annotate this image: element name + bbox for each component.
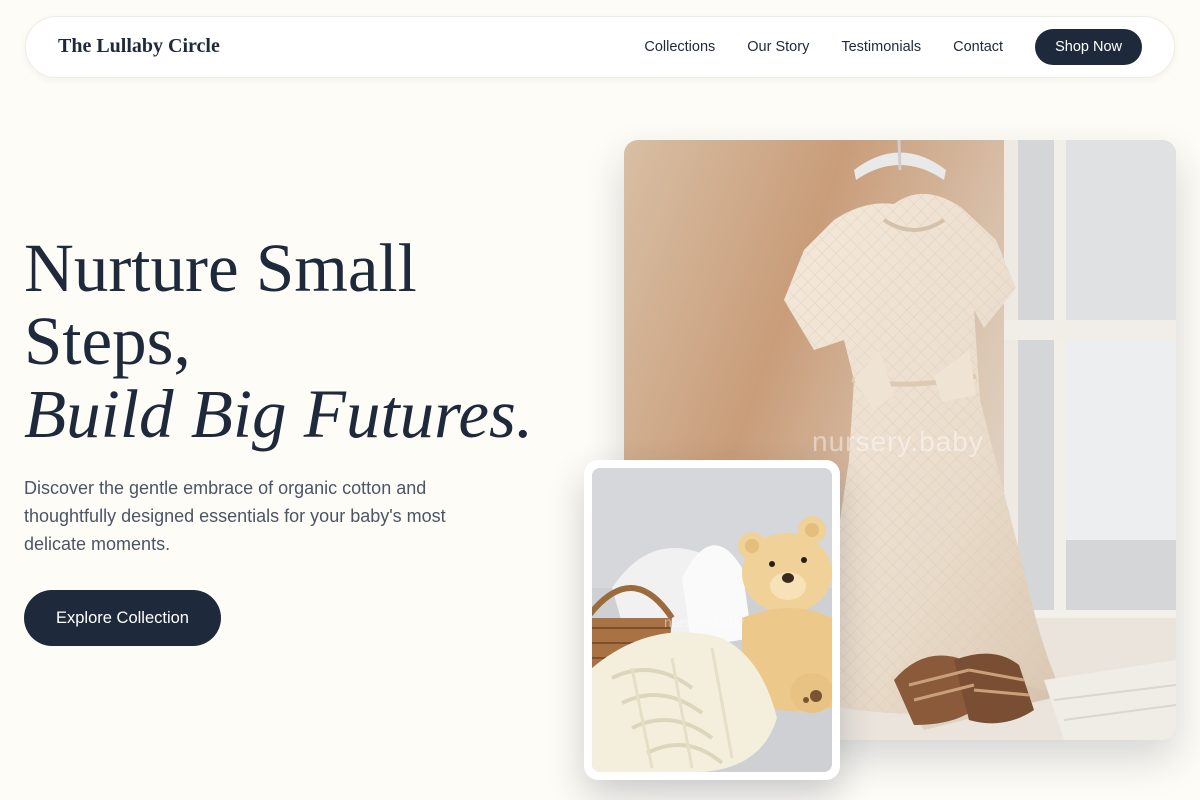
main-photo-watermark: nursery.baby [812, 426, 984, 457]
headline-line-1: Nurture Small [24, 230, 417, 306]
nav-link-testimonials[interactable]: Testimonials [841, 39, 921, 55]
top-navbar: The Lullaby Circle Collections Our Story… [25, 16, 1175, 78]
nav-link-collections[interactable]: Collections [644, 39, 715, 55]
hero-headline: Nurture Small Steps, Build Big Futures. [24, 232, 604, 451]
hero-subtext: Discover the gentle embrace of organic c… [24, 478, 446, 554]
explore-collection-button[interactable]: Explore Collection [24, 590, 221, 646]
teddy-bear-photo: nursery.baby [592, 468, 832, 772]
shop-now-button[interactable]: Shop Now [1035, 29, 1142, 65]
brand-logo-text[interactable]: The Lullaby Circle [58, 35, 220, 58]
teddy-bear-photo-card: nursery.baby [584, 460, 840, 780]
nav-link-contact[interactable]: Contact [953, 39, 1003, 55]
nav-links: Collections Our Story Testimonials Conta… [644, 29, 1142, 65]
headline-line-3: Build Big Futures. [24, 376, 534, 452]
nav-link-our-story[interactable]: Our Story [747, 39, 809, 55]
inset-photo-watermark: nursery.baby [664, 614, 744, 630]
headline-line-2: Steps, [24, 303, 191, 379]
